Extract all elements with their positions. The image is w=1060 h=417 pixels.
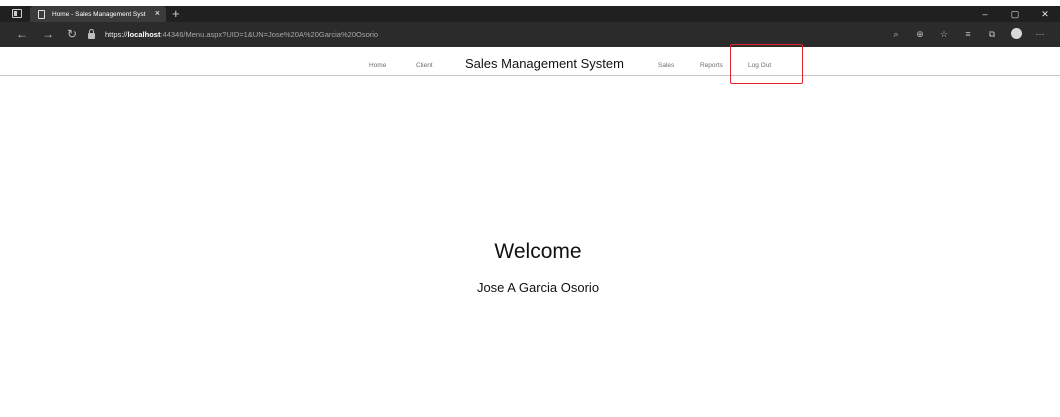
window-controls: – ▢ ✕ [970, 6, 1060, 22]
read-aloud-icon[interactable]: ⌕ [884, 29, 908, 40]
tab-title: Home - Sales Management Syst [52, 10, 146, 18]
nav-link-reports[interactable]: Reports [700, 62, 723, 69]
url-text[interactable]: https://localhost:44346/Menu.aspx?UID=1&… [105, 30, 378, 39]
minimize-button[interactable]: – [970, 6, 1000, 22]
user-name-label: Jose A Garcia Osorio [476, 280, 600, 295]
refresh-icon[interactable]: ↻ [64, 27, 80, 41]
maximize-button[interactable]: ▢ [1000, 6, 1030, 22]
browser-tab-active[interactable]: Home - Sales Management Syst × [30, 6, 166, 22]
site-navbar: Home Client Sales Management System Sale… [0, 47, 1060, 76]
nav-link-sales[interactable]: Sales [658, 62, 674, 69]
url-host: localhost [127, 29, 161, 39]
nav-link-home[interactable]: Home [369, 62, 386, 69]
page-icon [38, 9, 45, 19]
url-scheme: https:// [105, 29, 128, 39]
back-arrow-icon[interactable]: ← [14, 27, 30, 41]
collections-icon[interactable]: ⧉ [980, 29, 1004, 40]
browser-toolbar: ⌕ ⊕ ☆ ≡ ⧉ ⋯ [884, 26, 1052, 42]
tab-close-icon[interactable]: × [155, 8, 160, 19]
browser-tab-bar: Home - Sales Management Syst × + – ▢ ✕ [0, 6, 1060, 22]
close-window-button[interactable]: ✕ [1030, 6, 1060, 22]
welcome-heading: Welcome [494, 240, 582, 263]
address-bar[interactable]: https://localhost:44346/Menu.aspx?UID=1&… [88, 26, 908, 42]
more-icon[interactable]: ⋯ [1028, 29, 1052, 40]
zoom-icon[interactable]: ⊕ [908, 29, 932, 40]
favorite-icon[interactable]: ☆ [932, 29, 956, 40]
logout-highlight-annotation [730, 44, 803, 84]
nav-link-client[interactable]: Client [416, 62, 433, 69]
screenshot-root: Home - Sales Management Syst × + – ▢ ✕ ←… [0, 0, 1060, 417]
lock-icon[interactable] [88, 29, 95, 39]
url-path: :44346/Menu.aspx?UID=1&UN=Jose%20A%20Gar… [160, 29, 379, 39]
tab-actions-icon[interactable] [12, 9, 22, 18]
site-brand-title[interactable]: Sales Management System [465, 56, 624, 71]
profile-avatar[interactable] [1004, 27, 1028, 41]
browser-address-row: ← → ↻ https://localhost:44346/Menu.aspx?… [0, 22, 1060, 47]
new-tab-button[interactable]: + [172, 6, 180, 21]
favorites-list-icon[interactable]: ≡ [956, 29, 980, 39]
forward-arrow-icon[interactable]: → [40, 27, 56, 41]
